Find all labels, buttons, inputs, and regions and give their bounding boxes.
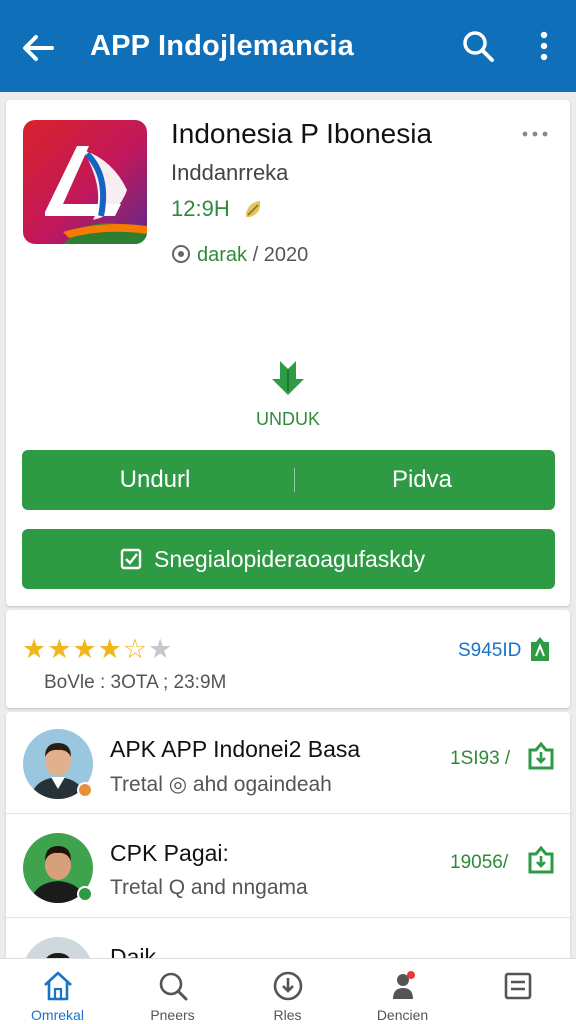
install-icon[interactable] (528, 742, 554, 770)
star-filled-icon: ★ (72, 634, 97, 664)
app-meta-highlight: darak (197, 244, 248, 266)
star-rating: ★★★★☆★ (22, 634, 173, 664)
overflow-menu-icon[interactable] (528, 26, 560, 66)
app-logo-icon (23, 120, 147, 244)
download-button-group: Undurl Pidva (22, 450, 555, 510)
nav-downloads[interactable]: Rles (230, 959, 345, 1024)
nav-label: Dencien (376, 1007, 429, 1023)
list-item-count: 19056/ (450, 852, 509, 873)
app-bar-title: APP Indojlemancia (90, 30, 354, 62)
app-meta-year: / 2020 (247, 244, 309, 266)
more-options-icon[interactable] (520, 126, 550, 142)
nav-list[interactable] (460, 959, 575, 1024)
list-item-title: APK APP Indonei2 Basa (110, 736, 361, 762)
list-item-title: CPK Pagai: (110, 840, 229, 866)
checkbox-icon (120, 548, 142, 570)
app-bar: APP Indojlemancia (0, 0, 576, 92)
app-meta: darak / 2020 (171, 244, 308, 267)
star-filled-icon: ★ (97, 634, 122, 664)
app-name: Indonesia P Ibonesia (171, 118, 433, 149)
rating-subtitle: BoVle : 3OTA ; 23:9M (44, 672, 227, 693)
nav-label: Rles (273, 1007, 302, 1023)
star-filled-icon: ★ (22, 634, 47, 664)
search-icon (159, 972, 187, 1001)
star-outline-icon: ☆ (122, 634, 148, 664)
nav-label: Pneers (150, 1007, 195, 1023)
related-apps-list: APK APP Indonei2 Basa Tretal ◎ ahd ogain… (6, 712, 570, 972)
nav-label: Omrekal (31, 1007, 84, 1023)
list-item-subtitle: Tretal ◎ ahd ogaindeah (110, 773, 332, 796)
info-circle-icon (172, 245, 190, 263)
app-version: 12:9H (171, 196, 230, 221)
badge-icon (77, 782, 93, 798)
star-empty-icon: ★ (148, 634, 173, 664)
app-detail-card: Indonesia P Ibonesia Inddanrreka 12:9H d… (6, 100, 570, 606)
download-icon (273, 971, 302, 1001)
preview-button[interactable]: Pidva (289, 450, 555, 510)
back-arrow-icon[interactable] (18, 28, 58, 68)
list-icon (504, 972, 531, 1000)
list-item[interactable]: CPK Pagai: Tretal Q and nngama 19056/ (6, 816, 570, 918)
badge-icon (77, 886, 93, 902)
bottom-navigation: Omrekal Pneers Rles Dencien (0, 958, 576, 1024)
nav-home[interactable]: Omrekal (0, 959, 115, 1024)
list-item[interactable]: APK APP Indonei2 Basa Tretal ◎ ahd ogain… (6, 712, 570, 814)
download-button[interactable]: Undurl (22, 450, 288, 510)
home-icon (43, 971, 72, 1001)
download-indicator[interactable]: UNDUK (6, 355, 570, 430)
list-item-subtitle: Tretal Q and nngama (110, 876, 308, 899)
leaf-icon (246, 201, 261, 217)
search-icon[interactable] (458, 26, 498, 66)
secondary-action-button[interactable]: Snegialopideraoagufaskdy (22, 529, 555, 589)
bookmark-icon[interactable] (528, 636, 552, 662)
list-item-count: 1SI93 / (450, 748, 511, 769)
nav-profile[interactable]: Dencien (345, 959, 460, 1024)
star-filled-icon: ★ (47, 634, 72, 664)
app-developer: Inddanrreka (171, 160, 289, 185)
secondary-action-label: Snegialopideraoagufaskdy (154, 546, 426, 572)
download-leaf-icon (272, 361, 304, 395)
rating-card: ★★★★☆★ S945ID BoVle : 3OTA ; 23:9M (6, 610, 570, 708)
download-label: UNDUK (255, 409, 320, 429)
rating-count: S945ID (458, 640, 522, 661)
nav-search[interactable]: Pneers (115, 959, 230, 1024)
user-icon (392, 971, 415, 999)
install-icon[interactable] (528, 846, 554, 874)
